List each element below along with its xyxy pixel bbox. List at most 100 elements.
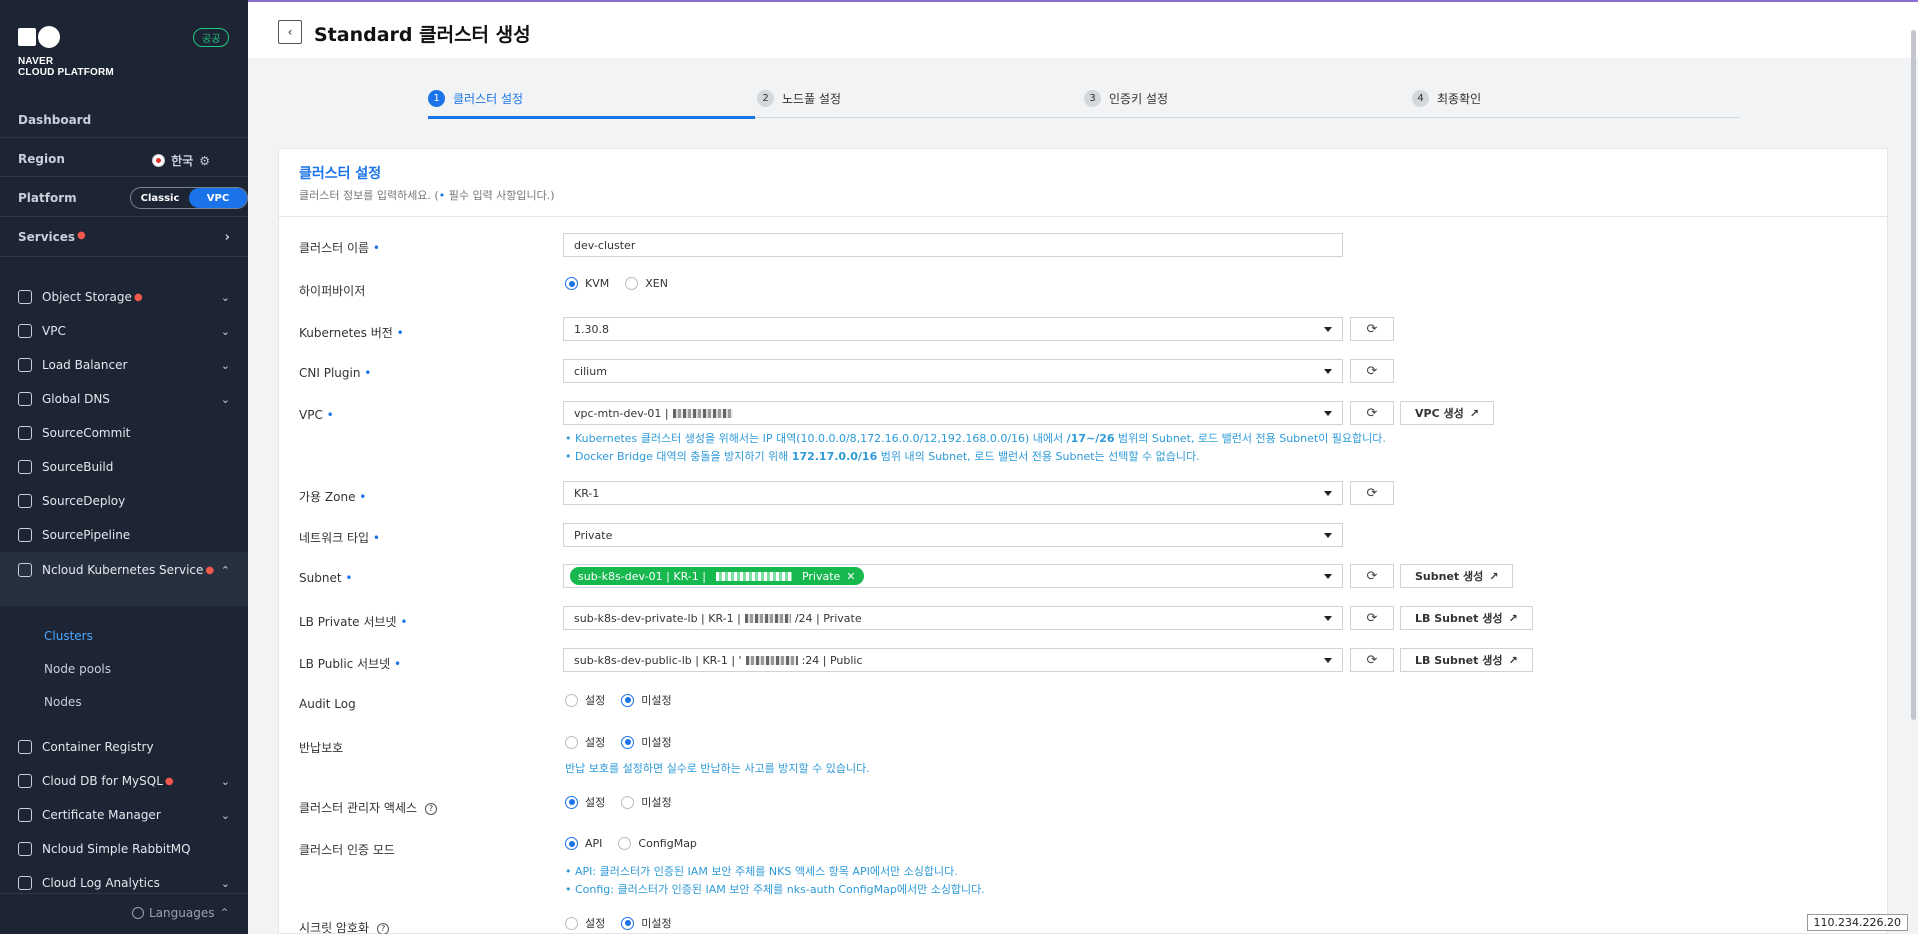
platform-classic-option[interactable]: Classic <box>131 188 189 208</box>
k8s-version-label: Kubernetes 버전 • <box>299 326 404 340</box>
sidebar-item-global-dns[interactable]: Global DNS ⌄ <box>18 392 230 406</box>
lb-public-subnet-create-button[interactable]: LB Subnet 생성 ↗ <box>1400 648 1533 672</box>
card-description: 클러스터 정보를 입력하세요. (• 필수 입력 사항입니다.) <box>299 189 555 202</box>
new-indicator-dot: ● <box>205 564 215 576</box>
platform-vpc-option[interactable]: VPC <box>189 188 247 208</box>
audit-log-label: Audit Log <box>299 697 356 711</box>
vpc-select[interactable]: vpc-mtn-dev-01 | <box>563 401 1343 425</box>
vpc-create-button[interactable]: VPC 생성 ↗ <box>1400 401 1494 425</box>
refresh-lb-public-button[interactable]: ⟳ <box>1350 648 1394 672</box>
languages-menu[interactable]: Languages ⌃ <box>132 906 230 920</box>
refresh-zone-button[interactable]: ⟳ <box>1350 481 1394 505</box>
subnet-select[interactable]: sub-k8s-dev-01 | KR-1 | Private ✕ <box>563 564 1343 588</box>
sidebar-item-vpc[interactable]: VPC ⌄ <box>18 324 230 338</box>
chevron-down-icon: ⌄ <box>220 808 230 822</box>
refresh-cni-button[interactable]: ⟳ <box>1350 359 1394 383</box>
sub-item-nodes[interactable]: Nodes <box>44 695 82 709</box>
admin-access-label: 클러스터 관리자 액세스? <box>299 799 438 816</box>
sidebar-item-sourcepipeline[interactable]: SourcePipeline <box>18 528 230 542</box>
sidebar-item-ncloud-simple-rabbitmq[interactable]: Ncloud Simple RabbitMQ <box>18 842 230 856</box>
gear-icon[interactable]: ⚙ <box>199 154 210 168</box>
chevron-down-icon: ⌄ <box>220 876 230 890</box>
radio-auth-configmap[interactable]: ConfigMap <box>618 837 697 850</box>
sidebar-item-sourcebuild[interactable]: SourceBuild <box>18 460 230 474</box>
radio-xen[interactable]: XEN <box>625 277 668 290</box>
secret-encryption-label: 시크릿 암호화? <box>299 919 390 934</box>
container-registry-icon <box>18 740 32 754</box>
korea-flag-icon <box>152 154 166 167</box>
sidebar-item-label: Ncloud Simple RabbitMQ <box>42 842 191 856</box>
refresh-vpc-button[interactable]: ⟳ <box>1350 401 1394 425</box>
step-final-confirm[interactable]: 4 최종확인 <box>1412 90 1481 107</box>
page-header: ‹ Standard 클러스터 생성 <box>248 0 1918 58</box>
sidebar-item-label: Container Registry <box>42 740 154 754</box>
return-protect-label: 반납보호 <box>299 741 344 755</box>
lb-public-subnet-select[interactable]: sub-k8s-dev-public-lb | KR-1 | ':24 | Pu… <box>563 648 1343 672</box>
help-icon[interactable]: ? <box>425 802 438 815</box>
radio-return-protect-on[interactable]: 설정 <box>565 734 605 750</box>
chip-remove-icon[interactable]: ✕ <box>846 570 855 583</box>
sidebar-item-ncloud-kubernetes-service[interactable]: Ncloud Kubernetes Service ● ⌃ <box>18 563 230 577</box>
refresh-lb-private-button[interactable]: ⟳ <box>1350 606 1394 630</box>
zone-select[interactable]: KR-1 <box>563 481 1343 505</box>
chevron-up-icon: ⌃ <box>220 563 230 577</box>
services-menu[interactable]: Services ● › <box>18 230 230 245</box>
gov-badge: 공공 <box>193 28 230 47</box>
sub-item-clusters[interactable]: Clusters <box>44 629 93 643</box>
log-analytics-icon <box>18 876 32 890</box>
radio-secret-off[interactable]: 미설정 <box>621 915 672 931</box>
sidebar-item-label: Global DNS <box>42 392 110 406</box>
sidebar-item-sourcecommit[interactable]: SourceCommit <box>18 426 230 440</box>
naver-cloud-logo[interactable]: NAVER CLOUD PLATFORM <box>18 26 114 78</box>
step-nodepool-settings[interactable]: 2 노드풀 설정 <box>757 90 841 107</box>
sidebar-item-label: VPC <box>42 324 66 338</box>
radio-return-protect-off[interactable]: 미설정 <box>621 734 672 750</box>
sidebar-item-object-storage[interactable]: Object Storage ● ⌄ <box>18 290 230 304</box>
lb-private-subnet-select[interactable]: sub-k8s-dev-private-lb | KR-1 |/24 | Pri… <box>563 606 1343 630</box>
refresh-icon: ⟳ <box>1366 610 1378 626</box>
back-button[interactable]: ‹ <box>278 20 302 44</box>
chevron-down-icon: ⌄ <box>220 392 230 406</box>
dashboard-link[interactable]: Dashboard <box>18 113 91 127</box>
radio-audit-on[interactable]: 설정 <box>565 692 605 708</box>
sidebar: NAVER CLOUD PLATFORM 공공 Dashboard Region … <box>0 0 248 934</box>
database-icon <box>18 774 32 788</box>
platform-toggle[interactable]: Classic VPC <box>130 187 248 209</box>
hypervisor-label: 하이퍼바이저 <box>299 284 366 298</box>
sidebar-item-label: Object Storage <box>42 290 132 304</box>
chevron-down-icon: ⌄ <box>220 290 230 304</box>
sidebar-item-cloud-log-analytics[interactable]: Cloud Log Analytics ⌄ <box>18 876 230 890</box>
refresh-icon: ⟳ <box>1366 568 1378 584</box>
lb-private-subnet-create-button[interactable]: LB Subnet 생성 ↗ <box>1400 606 1533 630</box>
step-authkey-settings[interactable]: 3 인증키 설정 <box>1084 90 1168 107</box>
cluster-name-input[interactable]: dev-cluster <box>563 233 1343 257</box>
radio-audit-off[interactable]: 미설정 <box>621 692 672 708</box>
radio-kvm[interactable]: KVM <box>565 277 609 290</box>
radio-auth-api[interactable]: API <box>565 837 602 850</box>
platform-row: Platform Classic VPC <box>18 187 248 209</box>
sub-item-node-pools[interactable]: Node pools <box>44 662 111 676</box>
refresh-icon: ⟳ <box>1366 485 1378 501</box>
sidebar-item-load-balancer[interactable]: Load Balancer ⌄ <box>18 358 230 372</box>
refresh-subnet-button[interactable]: ⟳ <box>1350 564 1394 588</box>
sidebar-item-label: SourceCommit <box>42 426 131 440</box>
sidebar-item-sourcedeploy[interactable]: SourceDeploy <box>18 494 230 508</box>
radio-secret-on[interactable]: 설정 <box>565 915 605 931</box>
network-type-select[interactable]: Private <box>563 523 1343 547</box>
help-icon[interactable]: ? <box>377 922 390 934</box>
refresh-k8s-version-button[interactable]: ⟳ <box>1350 317 1394 341</box>
sidebar-item-certificate-manager[interactable]: Certificate Manager ⌄ <box>18 808 230 822</box>
cni-plugin-select[interactable]: cilium <box>563 359 1343 383</box>
sidebar-item-label: SourceDeploy <box>42 494 126 508</box>
region-row[interactable]: Region 한국 ⚙ <box>18 152 230 168</box>
radio-admin-access-on[interactable]: 설정 <box>565 794 605 810</box>
sidebar-item-container-registry[interactable]: Container Registry <box>18 740 230 754</box>
subnet-create-button[interactable]: Subnet 생성 ↗ <box>1400 564 1514 588</box>
k8s-version-select[interactable]: 1.30.8 <box>563 317 1343 341</box>
radio-admin-access-off[interactable]: 미설정 <box>621 794 672 810</box>
subnet-label: Subnet • <box>299 571 353 585</box>
step-cluster-settings[interactable]: 1 클러스터 설정 <box>428 90 523 107</box>
page-scrollbar[interactable] <box>1911 30 1916 720</box>
sidebar-item-cloud-db-for-mysql[interactable]: Cloud DB for MySQL ● ⌄ <box>18 774 230 788</box>
external-link-icon: ↗ <box>1469 406 1479 420</box>
